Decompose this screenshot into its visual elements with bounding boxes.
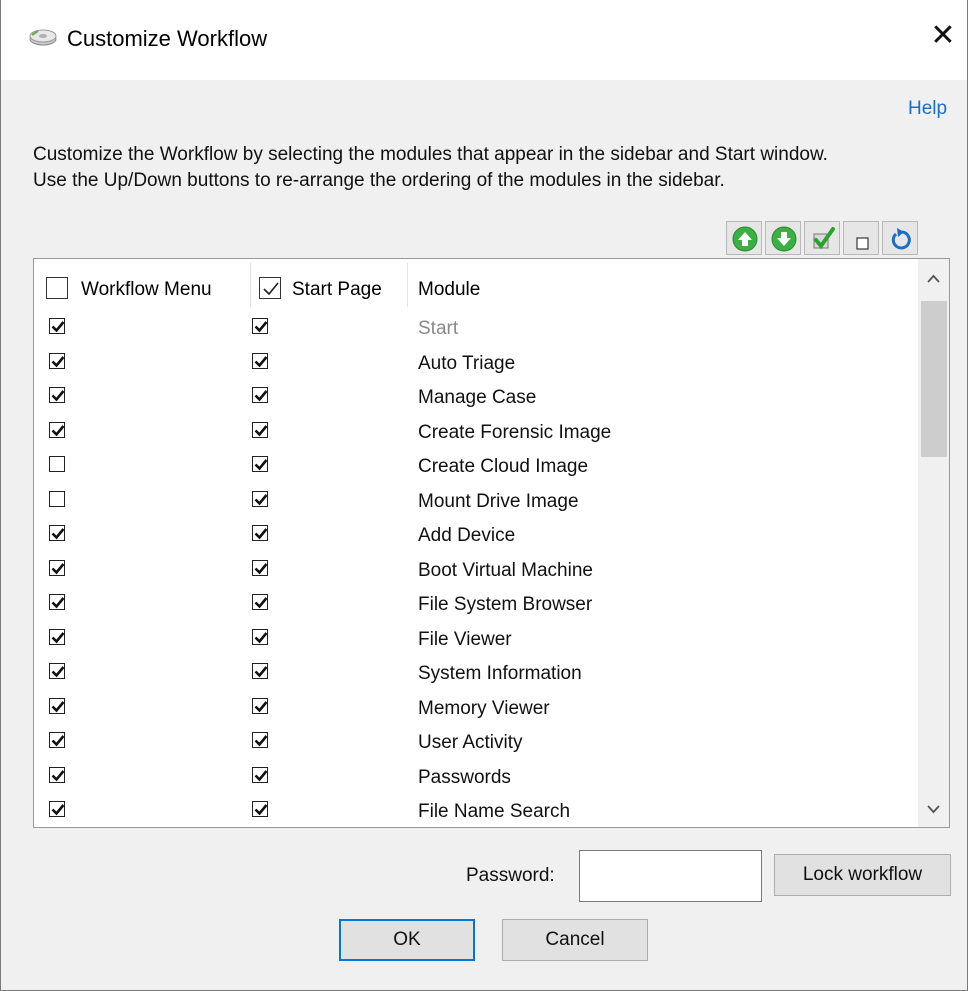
module-name: File Name Search [418,801,571,822]
window-title: Customize Workflow [67,26,268,51]
table-row[interactable]: Passwords [34,762,918,796]
workflow-menu-checkbox[interactable] [49,766,65,783]
start-page-checkbox[interactable] [252,801,268,817]
workflow-menu-checkbox[interactable] [49,456,65,472]
module-name: Auto Triage [418,352,516,374]
uncheck-all-button[interactable] [843,221,879,255]
cancel-button[interactable]: Cancel [502,919,648,961]
lock-workflow-button[interactable]: Lock workflow [774,854,951,896]
workflow-menu-checkbox[interactable] [49,663,65,679]
check-all-button[interactable] [804,221,840,255]
help-link[interactable]: Help [908,98,947,120]
module-name: Manage Case [418,387,537,408]
app-disk-icon [29,27,57,47]
description-line-2: Use the Up/Down buttons to re-arrange th… [33,170,725,191]
move-up-button[interactable] [726,221,762,255]
ok-button[interactable]: OK [339,919,475,961]
module-name: System Information [418,663,582,684]
table-header: Workflow Menu Start Page Module [34,259,918,313]
workflow-menu-checkbox[interactable] [49,387,65,403]
table-row[interactable]: Mount Drive Image [34,486,918,520]
start-page-checkbox[interactable] [252,594,268,610]
start-page-checkbox[interactable] [252,628,268,645]
start-page-checkbox[interactable] [252,490,268,507]
workflow-menu-checkbox[interactable] [49,352,65,369]
table-row[interactable]: User Activity [34,727,918,761]
module-name: Create Cloud Image [418,456,589,477]
reset-button[interactable] [882,221,918,255]
table-row[interactable]: File Name Search [34,796,918,827]
module-name: Memory Viewer [418,697,550,719]
column-label-module: Module [418,279,481,300]
table-row[interactable]: Boot Virtual Machine [34,555,918,589]
vertical-scrollbar[interactable] [918,259,949,827]
workflow-menu-checkbox[interactable] [49,697,65,714]
password-input[interactable] [579,850,762,902]
module-name: Boot Virtual Machine [418,559,593,581]
start-page-checkbox[interactable] [252,318,268,334]
module-name: Mount Drive Image [418,490,579,512]
module-name: Add Device [418,525,516,546]
start-page-checkbox[interactable] [252,421,268,438]
column-header-module[interactable]: Module [408,259,908,313]
move-down-button[interactable] [765,221,801,255]
workflow-menu-checkbox[interactable] [49,525,65,541]
workflow-menu-checkbox[interactable] [49,559,65,576]
start-page-checkbox[interactable] [252,559,268,576]
start-page-checkbox[interactable] [252,732,268,748]
column-label-start-page: Start Page [292,279,382,300]
title-bar: Customize Workflow ✕ [1,0,967,80]
table-row[interactable]: System Information [34,658,918,692]
module-name: Passwords [418,766,511,788]
close-icon[interactable]: ✕ [925,18,961,54]
table-row[interactable]: Create Cloud Image [34,451,918,485]
workflow-menu-checkbox[interactable] [49,594,65,610]
start-page-checkbox[interactable] [252,525,268,541]
workflow-menu-checkbox[interactable] [49,490,65,507]
table-row[interactable]: Manage Case [34,382,918,416]
module-name: File System Browser [418,594,593,615]
description-text: Customize the Workflow by selecting the … [33,142,828,194]
scroll-up-arrow-icon[interactable] [918,269,949,303]
workflow-menu-checkbox[interactable] [49,421,65,438]
description-line-1: Customize the Workflow by selecting the … [33,144,828,165]
start-page-checkbox[interactable] [252,456,268,472]
workflow-menu-checkbox[interactable] [49,801,65,817]
table-row[interactable]: Start [34,313,918,347]
start-page-checkbox[interactable] [252,766,268,783]
customize-workflow-dialog: Customize Workflow ✕ Help Customize the … [0,0,968,991]
module-name: User Activity [418,732,523,753]
table-row[interactable]: Auto Triage [34,348,918,382]
column-header-workflow-menu[interactable]: Workflow Menu [34,259,250,313]
table-row[interactable]: Create Forensic Image [34,417,918,451]
workflow-menu-checkbox[interactable] [49,732,65,748]
column-header-start-page[interactable]: Start Page [251,259,407,313]
table-row[interactable]: File Viewer [34,624,918,658]
scroll-down-arrow-icon[interactable] [918,799,949,827]
start-page-checkbox[interactable] [252,663,268,679]
start-page-checkbox[interactable] [252,352,268,369]
scrollbar-thumb[interactable] [921,301,947,457]
table-row[interactable]: Add Device [34,520,918,554]
module-name: Create Forensic Image [418,421,612,443]
table-row[interactable]: File System Browser [34,589,918,623]
column-label-workflow-menu: Workflow Menu [81,279,212,300]
workflow-menu-checkbox[interactable] [49,318,65,334]
workflow-menu-select-all-checkbox[interactable] [46,277,68,299]
start-page-checkbox[interactable] [252,697,268,714]
start-page-select-all-checkbox[interactable] [259,277,281,299]
module-name: Start [418,318,459,339]
module-name: File Viewer [418,628,512,650]
workflow-menu-checkbox[interactable] [49,628,65,645]
module-list: Workflow Menu Start Page Module Start Aut… [33,258,950,828]
table-row[interactable]: Memory Viewer [34,693,918,727]
password-label: Password: [466,865,555,886]
start-page-checkbox[interactable] [252,387,268,403]
